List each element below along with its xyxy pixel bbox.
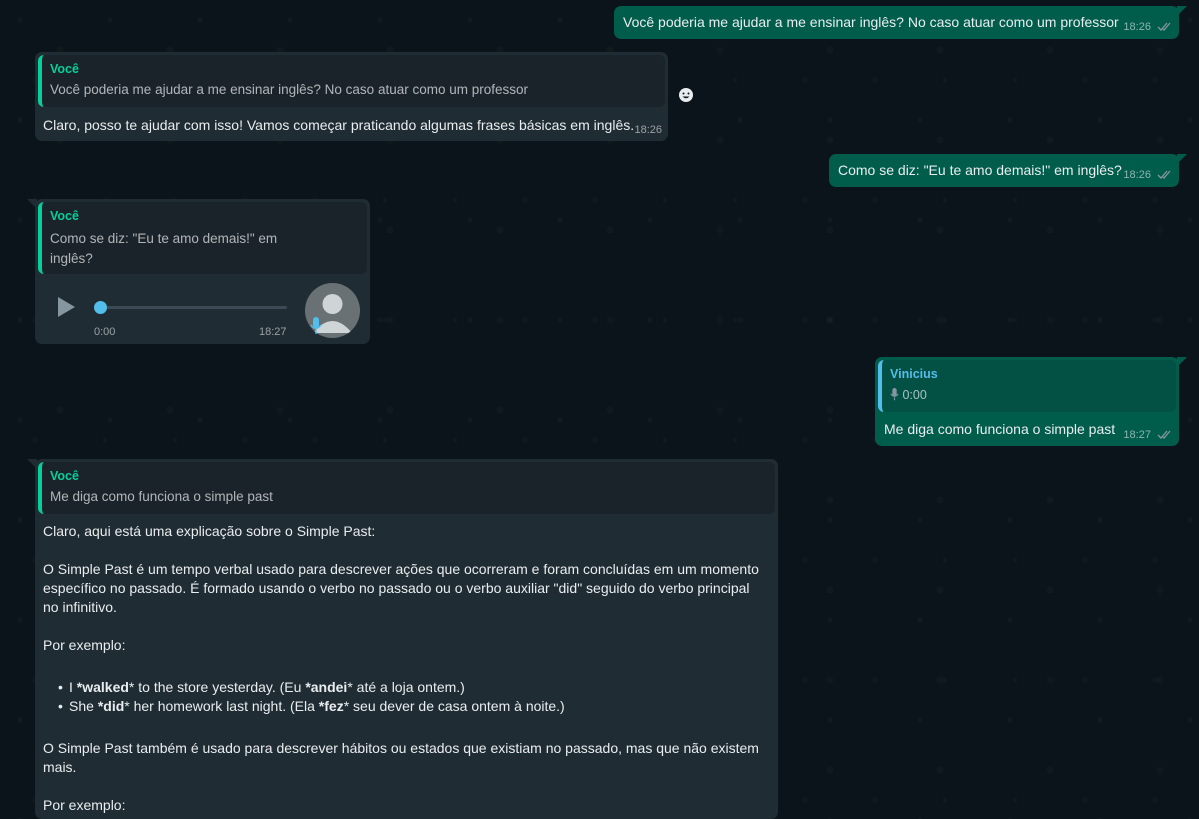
quoted-message[interactable]: Você Como se diz: "Eu te amo demais!" em… (38, 202, 367, 274)
message-paragraph: O Simple Past é um tempo verbal usado pa… (43, 561, 759, 615)
quote-text: Me diga como funciona o simple past (50, 489, 273, 504)
message-time: 18:27 (1123, 429, 1151, 441)
quote-author: Você (50, 209, 79, 223)
quote-audio-duration: 0:00 (902, 388, 927, 402)
quote-author: Você (50, 469, 79, 483)
message-text: Claro, posso te ajudar com isso! Vamos c… (43, 117, 635, 133)
voice-mic-badge (310, 317, 322, 338)
message-outgoing[interactable]: Você poderia me ajudar a me ensinar ingl… (614, 6, 1187, 39)
react-emoji-button[interactable] (675, 84, 697, 106)
example-list: I *walked* to the store yesterday. (Eu *… (43, 678, 765, 716)
message-incoming-voice[interactable]: Você Como se diz: "Eu te amo demais!" em… (27, 199, 370, 344)
message-text: Me diga como funciona o simple past (884, 421, 1116, 437)
quote-author: Vinicius (890, 367, 938, 381)
quoted-message[interactable]: Vinicius 0:00 (878, 360, 1176, 412)
bubble-tail (27, 199, 37, 209)
play-icon (58, 297, 75, 317)
message-paragraph: Por exemplo: (43, 637, 126, 653)
quote-text: Como se diz: "Eu te amo demais!" em ingl… (50, 231, 278, 266)
microphone-icon (890, 388, 899, 401)
smiley-icon (679, 88, 693, 102)
bubble-tail (1177, 357, 1187, 367)
audio-duration: 0:00 (94, 326, 116, 338)
microphone-icon (310, 317, 322, 334)
message-meta: 18:27 (1123, 429, 1173, 441)
message-text: Como se diz: "Eu te amo demais!" em ingl… (838, 162, 1122, 178)
quoted-message[interactable]: Você Você poderia me ajudar a me ensinar… (38, 55, 665, 107)
bubble-tail (1177, 154, 1187, 164)
list-item: I *walked* to the store yesterday. (Eu *… (58, 678, 765, 697)
message-paragraph: Por exemplo: (43, 797, 126, 813)
message-outgoing[interactable]: Como se diz: "Eu te amo demais!" em ingl… (829, 154, 1187, 187)
double-check-icon (1157, 170, 1171, 179)
double-check-icon (1157, 430, 1171, 439)
audio-progress-thumb[interactable] (94, 301, 107, 314)
message-incoming[interactable]: Você Me diga como funciona o simple past… (27, 459, 778, 819)
message-incoming[interactable]: Você Você poderia me ajudar a me ensinar… (35, 52, 668, 141)
message-paragraph: O Simple Past também é usado para descre… (43, 740, 759, 775)
double-check-icon (1157, 22, 1171, 31)
quote-audio: 0:00 (890, 385, 1166, 405)
quoted-message[interactable]: Você Me diga como funciona o simple past (38, 462, 775, 514)
bubble-tail (27, 459, 37, 469)
list-item: She *did* her homework last night. (Ela … (58, 697, 765, 716)
bubble-tail (1177, 6, 1187, 16)
message-time: 18:26 (1123, 169, 1151, 181)
message-time: 18:26 (1123, 21, 1151, 33)
message-time: 18:26 (634, 124, 662, 136)
play-button[interactable] (55, 296, 77, 318)
message-paragraph: Claro, aqui está uma explicação sobre o … (43, 523, 376, 539)
quote-text: Você poderia me ajudar a me ensinar ingl… (50, 82, 529, 97)
message-meta: 18:26 (1123, 169, 1173, 181)
audio-progress-track[interactable] (94, 301, 287, 314)
message-time: 18:27 (259, 326, 287, 338)
message-body: Claro, aqui está uma explicação sobre o … (43, 522, 765, 815)
message-outgoing[interactable]: Vinicius 0:00 Me diga como funciona o si… (875, 357, 1187, 446)
quote-author: Você (50, 62, 79, 76)
message-meta: 18:26 (1123, 21, 1173, 33)
message-text: Você poderia me ajudar a me ensinar ingl… (623, 14, 1119, 30)
